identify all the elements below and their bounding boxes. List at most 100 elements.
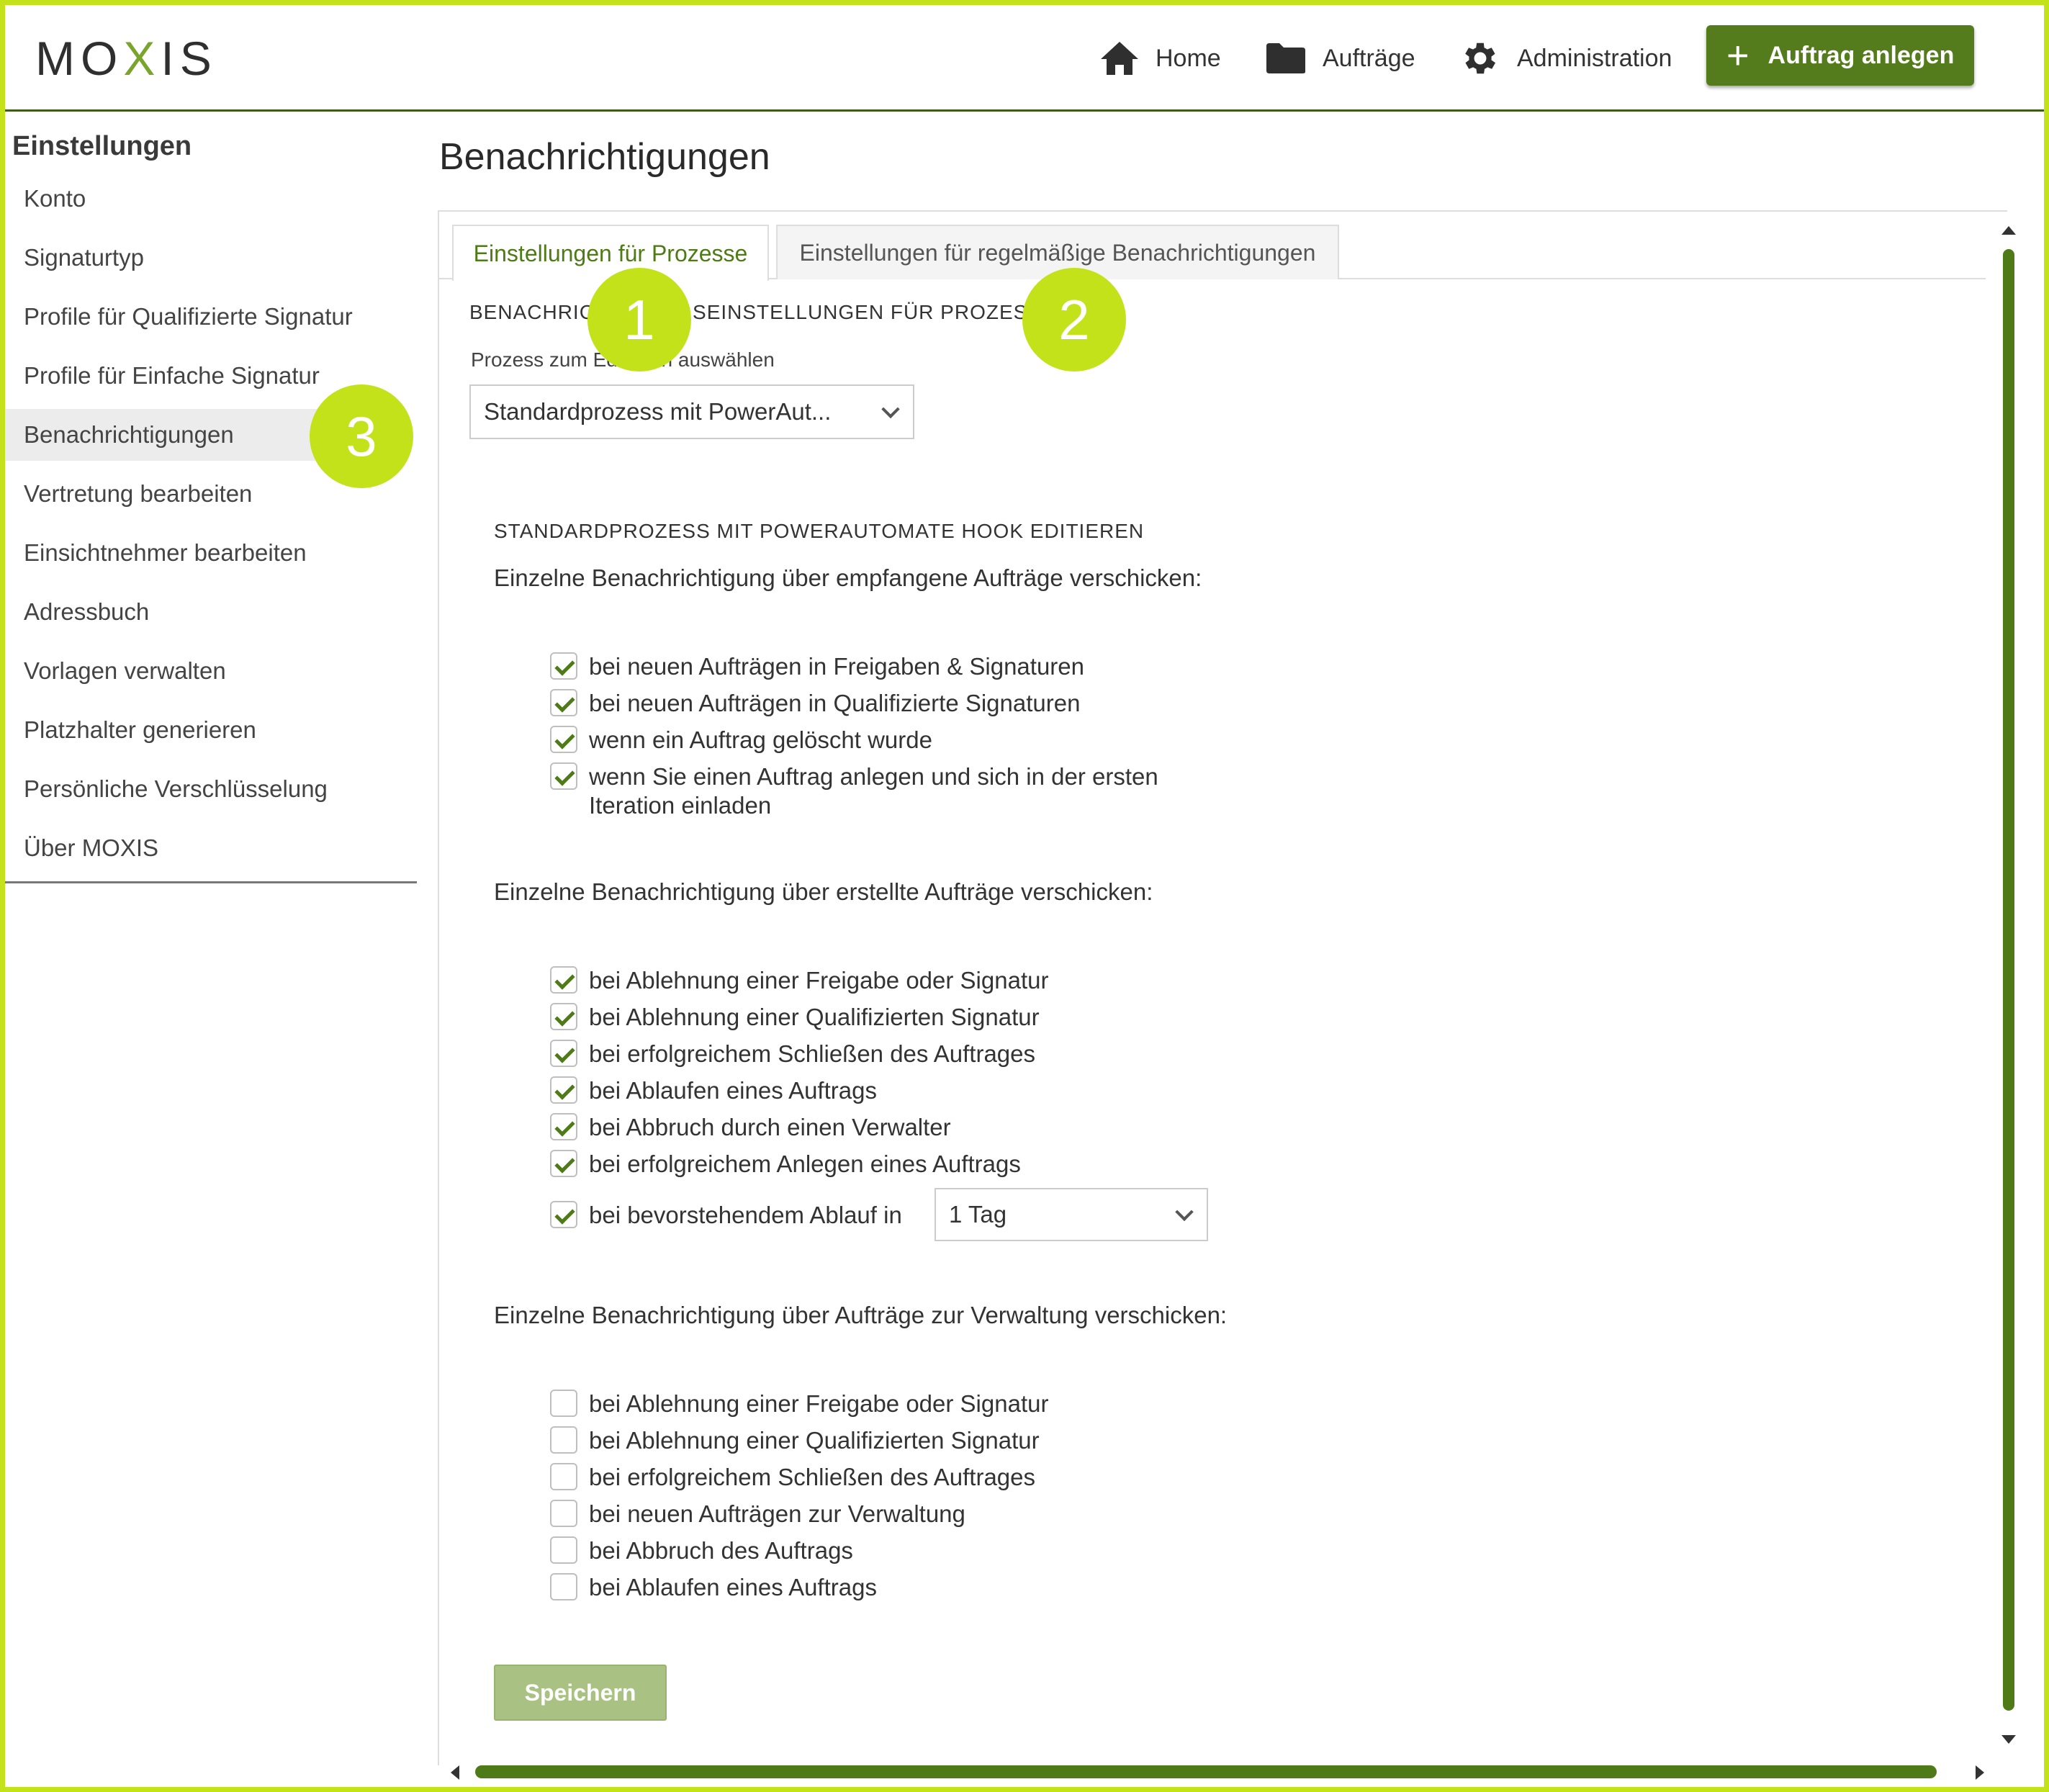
option-label: wenn Sie einen Auftrag anlegen und sich … [589,763,1158,819]
moxis-logo[interactable]: MOXIS [35,31,217,86]
option-label: bei Ablehnung einer Freigabe oder Signat… [589,1390,1049,1417]
chevron-down-icon [1175,1202,1194,1222]
option-row[interactable]: bei bevorstehendem Ablauf in [550,1201,902,1230]
checkbox[interactable] [550,726,577,753]
checkbox[interactable] [550,1201,577,1228]
checkbox[interactable] [550,1463,577,1490]
option-row[interactable]: bei erfolgreichem Anlegen eines Auftrags [550,1150,1021,1179]
option-row[interactable]: bei Ablaufen eines Auftrags [550,1573,877,1602]
process-select[interactable]: Standardprozess mit PowerAut... [469,384,914,439]
option-row[interactable]: bei neuen Aufträgen in Qualifizierte Sig… [550,689,1080,718]
checkbox[interactable] [550,1113,577,1140]
group-created-heading: Einzelne Benachrichtigung über erstellte… [494,878,1153,905]
scroll-up-arrow-icon[interactable] [2001,226,2016,235]
option-row[interactable]: bei Abbruch des Auftrags [550,1536,853,1565]
home-icon [1101,42,1138,75]
annotation-badge-2: 2 [1022,268,1126,372]
option-row[interactable]: wenn Sie einen Auftrag anlegen und sich … [550,762,1158,820]
checkbox[interactable] [550,1040,577,1067]
checkbox[interactable] [550,1003,577,1030]
scroll-right-arrow-icon[interactable] [1976,1765,1984,1780]
expiry-days-select[interactable]: 1 Tag [935,1188,1208,1241]
horizontal-scrollbar[interactable] [475,1765,1937,1778]
option-label: bei Ablehnung einer Qualifizierten Signa… [589,1427,1040,1454]
option-row[interactable]: bei Abbruch durch einen Verwalter [550,1113,951,1142]
group-received-heading: Einzelne Benachrichtigung über empfangen… [494,564,1202,591]
option-label: bei neuen Aufträgen in Qualifizierte Sig… [589,690,1081,716]
option-label: bei Ablaufen eines Auftrags [589,1574,877,1600]
checkbox[interactable] [550,1573,577,1600]
sidebar-item-qualified-profiles[interactable]: Profile für Qualifizierte Signatur [5,291,417,343]
checkbox[interactable] [550,1076,577,1104]
group-management-heading: Einzelne Benachrichtigung über Aufträge … [494,1302,1228,1328]
option-row[interactable]: bei Ablaufen eines Auftrags [550,1076,877,1105]
sidebar-title: Einstellungen [12,131,192,161]
sidebar-item-verschluesselung[interactable]: Persönliche Verschlüsselung [5,763,417,815]
create-order-button[interactable]: + Auftrag anlegen [1706,25,1974,86]
gear-icon [1465,42,1496,74]
scroll-left-arrow-icon[interactable] [451,1765,459,1780]
annotation-badge-1: 1 [587,268,691,372]
sidebar-item-signaturtyp[interactable]: Signaturtyp [5,232,417,284]
sidebar-item-adressbuch[interactable]: Adressbuch [5,586,417,638]
option-label: bei Ablehnung einer Qualifizierten Signa… [589,1004,1040,1030]
option-label: bei Ablaufen eines Auftrags [589,1077,877,1104]
settings-sidebar: Einstellungen Konto Signaturtyp Profile … [5,115,417,886]
sidebar-item-ueber-moxis[interactable]: Über MOXIS [5,822,417,874]
vertical-scrollbar[interactable] [2003,249,2014,1711]
option-label: bei neuen Aufträgen in Freigaben & Signa… [589,653,1085,680]
annotation-badge-3: 3 [310,384,413,488]
nav-home[interactable]: Home [1099,5,1221,112]
nav-auftraege-label: Aufträge [1323,44,1415,72]
nav-administration[interactable]: Administration [1459,5,1672,112]
scroll-down-arrow-icon[interactable] [2001,1735,2016,1744]
sidebar-item-platzhalter[interactable]: Platzhalter generieren [5,704,417,756]
top-header: MOXIS Home Aufträge Administration + Auf… [5,5,2044,112]
page-title: Benachrichtigungen [439,136,770,178]
create-order-label: Auftrag anlegen [1767,41,1955,69]
nav-administration-label: Administration [1517,44,1672,72]
option-row[interactable]: wenn ein Auftrag gelöscht wurde [550,726,932,755]
checkbox[interactable] [550,1426,577,1454]
option-row[interactable]: bei erfolgreichem Schließen des Auftrage… [550,1463,1035,1492]
option-row[interactable]: bei Ablehnung einer Freigabe oder Signat… [550,966,1048,995]
process-select-value: Standardprozess mit PowerAut... [484,398,832,425]
checkbox[interactable] [550,762,577,790]
option-row[interactable]: bei Ablehnung einer Qualifizierten Signa… [550,1426,1040,1455]
edit-heading: STANDARDPROZESS MIT POWERAUTOMATE HOOK E… [494,520,1145,542]
section-heading: BENACHRICHTIGUNGSEINSTELLUNGEN FÜR PROZE… [469,301,1056,323]
sidebar-item-vorlagen[interactable]: Vorlagen verwalten [5,645,417,697]
option-row[interactable]: bei neuen Aufträgen zur Verwaltung [550,1500,965,1528]
option-label: bei erfolgreichem Schließen des Auftrage… [589,1040,1036,1067]
option-row[interactable]: bei neuen Aufträgen in Freigaben & Signa… [550,652,1084,681]
sidebar-item-einsichtnehmer[interactable]: Einsichtnehmer bearbeiten [5,527,417,579]
option-label: bei erfolgreichem Anlegen eines Auftrags [589,1151,1021,1177]
expiry-days-value: 1 Tag [949,1201,1007,1228]
option-label: bei bevorstehendem Ablauf in [589,1202,902,1228]
nav-home-label: Home [1156,44,1221,72]
checkbox[interactable] [550,1390,577,1417]
tab-process-settings[interactable]: Einstellungen für Prozesse [452,225,769,281]
checkbox[interactable] [550,652,577,680]
option-label: bei Abbruch des Auftrags [589,1537,853,1564]
nav-auftraege[interactable]: Aufträge [1265,5,1415,112]
sidebar-item-benachrichtigungen[interactable]: Benachrichtigungen [5,409,322,461]
folder-icon [1266,43,1305,73]
sidebar-item-konto[interactable]: Konto [5,173,417,225]
checkbox[interactable] [550,1150,577,1177]
save-button[interactable]: Speichern [494,1665,667,1721]
checkbox[interactable] [550,689,577,716]
option-row[interactable]: bei erfolgreichem Schließen des Auftrage… [550,1040,1035,1068]
checkbox[interactable] [550,1536,577,1564]
chevron-down-icon [881,400,900,419]
option-label: bei erfolgreichem Schließen des Auftrage… [589,1464,1036,1490]
option-row[interactable]: bei Ablehnung einer Qualifizierten Signa… [550,1003,1040,1032]
option-label: bei Abbruch durch einen Verwalter [589,1114,951,1140]
option-label: bei Ablehnung einer Freigabe oder Signat… [589,967,1049,994]
checkbox[interactable] [550,1500,577,1527]
option-label: wenn ein Auftrag gelöscht wurde [589,726,932,753]
sidebar-divider [5,881,417,883]
option-row[interactable]: bei Ablehnung einer Freigabe oder Signat… [550,1390,1048,1418]
plus-icon: + [1726,34,1749,77]
checkbox[interactable] [550,966,577,994]
